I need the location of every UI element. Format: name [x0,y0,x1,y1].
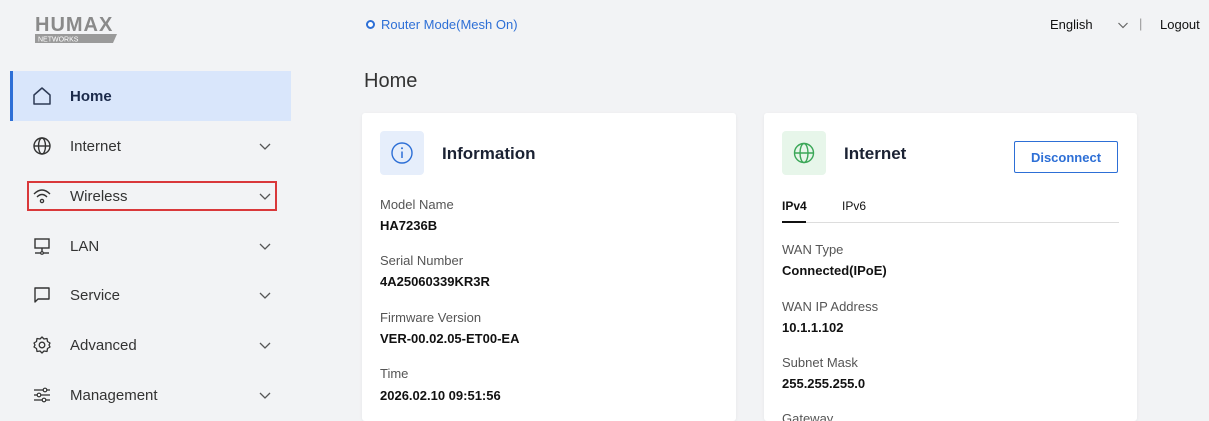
chevron-down-icon [259,392,271,399]
globe-icon [782,131,826,175]
svg-text:HUMAX: HUMAX [35,14,113,36]
information-title: Information [442,144,536,163]
page-title: Home [364,70,418,92]
info-icon [380,131,424,175]
lan-icon [31,235,53,257]
field-label: WAN IP Address [782,299,879,314]
sidebar-item-label: LAN [70,237,100,255]
disconnect-button[interactable]: Disconnect [1014,141,1118,173]
field-label: WAN Type [782,242,844,257]
chevron-down-icon [259,143,271,150]
sidebar-item-service[interactable]: Service [10,270,291,320]
information-card: Information Model Name HA7236B Serial Nu… [362,113,736,421]
sidebar-item-advanced[interactable]: Advanced [10,320,291,370]
internet-card: Internet Disconnect IPv4 IPv6 WAN Type C… [764,113,1137,421]
humax-logo[interactable]: HUMAX NETWORKS [35,12,125,44]
sidebar-item-label: Advanced [70,336,137,354]
field-label: Firmware Version [380,310,482,325]
chevron-down-icon [1117,22,1128,28]
service-icon [31,284,53,306]
field-label: Serial Number [380,253,464,268]
chevron-down-icon [259,243,271,250]
internet-title: Internet [844,144,907,163]
field-label: Subnet Mask [782,355,858,370]
wifi-icon [31,185,53,207]
active-tab-indicator [782,221,806,223]
svg-text:NETWORKS: NETWORKS [38,37,79,44]
ip-version-tabs: IPv4 IPv6 [782,197,1119,223]
sidebar-item-label: Home [70,87,112,105]
field-value: 10.1.1.102 [782,320,844,335]
router-mode-label: Router Mode(Mesh On) [381,17,518,32]
sidebar-item-wireless[interactable]: Wireless [27,181,277,211]
status-dot-icon [366,20,375,29]
chevron-down-icon [259,342,271,349]
sidebar-item-lan[interactable]: LAN [10,221,291,271]
sidebar-item-label: Wireless [70,187,128,205]
logout-link[interactable]: Logout [1160,17,1200,32]
sidebar: HUMAX NETWORKS Home Internet Wireless LA… [0,0,292,421]
field-value: VER-00.02.05-ET00-EA [380,331,520,346]
globe-icon [31,135,53,157]
sidebar-item-internet[interactable]: Internet [10,121,291,171]
tab-ipv4[interactable]: IPv4 [782,199,807,213]
language-label: English [1050,17,1093,32]
tab-ipv6[interactable]: IPv6 [842,199,866,213]
sidebar-item-label: Service [70,286,121,304]
field-label: Gateway [782,411,834,421]
header-separator: | [1139,16,1143,31]
field-value: 2026.02.10 09:51:56 [380,388,501,403]
language-select[interactable]: English [1050,17,1129,32]
router-mode-status: Router Mode(Mesh On) [366,17,518,32]
chevron-down-icon [259,193,271,200]
chevron-down-icon [259,292,271,299]
sliders-icon [31,384,53,406]
sidebar-item-label: Management [70,386,158,404]
field-value: Connected(IPoE) [782,263,887,278]
field-label: Model Name [380,197,454,212]
gear-icon [31,334,53,356]
home-icon [31,85,53,107]
sidebar-item-home[interactable]: Home [10,71,291,121]
field-label: Time [380,366,409,381]
field-value: HA7236B [380,218,438,233]
field-value: 4A25060339KR3R [380,274,490,289]
field-value: 255.255.255.0 [782,376,866,391]
sidebar-item-management[interactable]: Management [10,370,291,420]
sidebar-item-label: Internet [70,137,121,155]
